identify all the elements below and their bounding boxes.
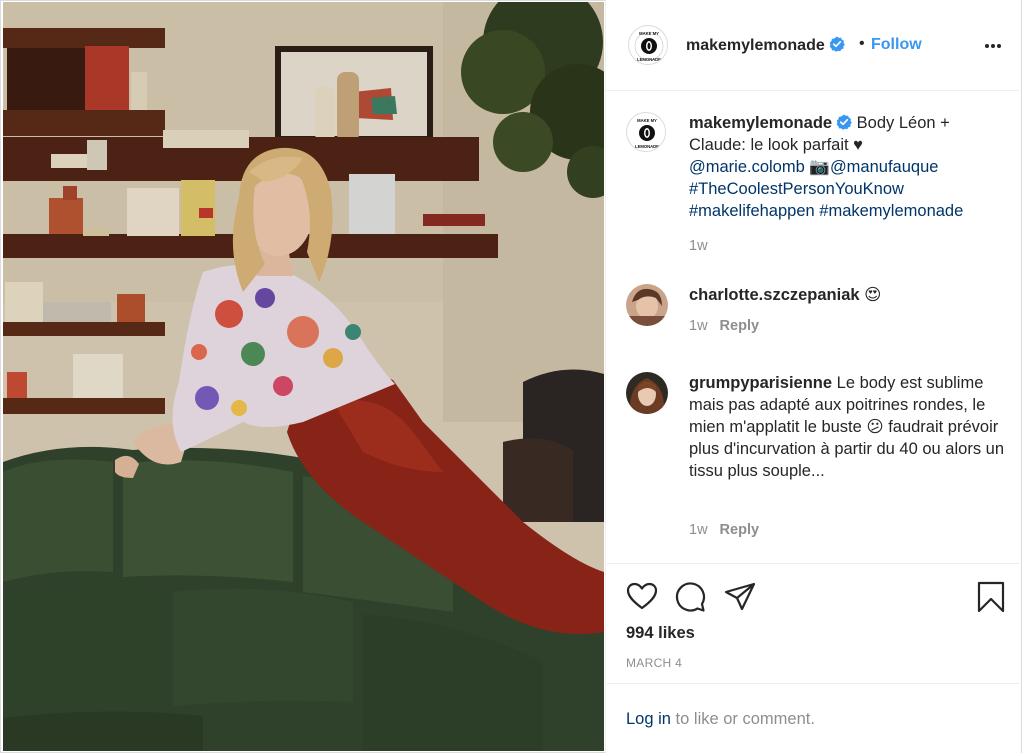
profile-avatar[interactable]: MAKE MY LEMONADE <box>628 25 668 65</box>
comment-text: grumpyparisienne Le body est sublime mai… <box>689 372 1004 482</box>
login-suffix: to like or comment. <box>670 710 815 728</box>
make-my-lemonade-logo: MAKE MY LEMONADE <box>628 114 665 151</box>
comment-item: charlotte.szczepaniak 😍 1w Reply <box>626 284 1006 354</box>
verified-badge-icon <box>836 114 852 130</box>
hashtag-link[interactable]: #makelifehappen <box>689 202 815 220</box>
photo-illustration <box>3 2 604 751</box>
commenter-avatar[interactable] <box>626 372 668 414</box>
mention-link[interactable]: @manufauque <box>830 158 939 176</box>
svg-text:LEMONADE: LEMONADE <box>635 144 659 149</box>
post-side-panel: MAKE MY LEMONADE makemylemonade • Follow <box>605 0 1022 753</box>
login-bar: Log in to like or comment. <box>606 683 1022 753</box>
svg-text:MAKE MY: MAKE MY <box>639 31 659 36</box>
mention-link[interactable]: @marie.colomb <box>689 158 805 176</box>
caption-avatar[interactable]: MAKE MY LEMONADE <box>626 112 666 152</box>
paper-plane-icon[interactable] <box>723 580 757 614</box>
post-actions: 994 likes MARCH 4 <box>606 563 1022 683</box>
caption-time[interactable]: 1w <box>689 238 708 254</box>
avatar-image <box>626 284 668 326</box>
hashtag-link[interactable]: #TheCoolestPersonYouKnow <box>689 180 904 198</box>
follow-button[interactable]: Follow <box>871 36 922 54</box>
comment-time[interactable]: 1w <box>689 522 708 538</box>
comment-body: 😍 <box>864 286 882 304</box>
post-photo[interactable] <box>3 2 604 751</box>
comment-username[interactable]: grumpyparisienne <box>689 374 832 392</box>
heart-icon[interactable] <box>625 580 659 614</box>
comment-item: grumpyparisienne Le body est sublime mai… <box>626 372 1006 552</box>
caption-meta: 1w <box>689 238 708 254</box>
caption-text: makemylemonade Body Léon + Claude: le lo… <box>689 112 1004 222</box>
verified-badge-icon <box>829 36 845 52</box>
comments-list[interactable]: MAKE MY LEMONADE makemylemonade Body Léo… <box>606 92 1022 562</box>
bookmark-icon[interactable] <box>974 580 1008 614</box>
comment-time[interactable]: 1w <box>689 318 708 334</box>
post-header: MAKE MY LEMONADE makemylemonade • Follow <box>606 0 1022 91</box>
comment-username[interactable]: charlotte.szczepaniak <box>689 286 860 304</box>
likes-count[interactable]: 994 likes <box>626 624 695 643</box>
caption-username[interactable]: makemylemonade <box>689 114 852 132</box>
comment-text: charlotte.szczepaniak 😍 <box>689 284 1004 306</box>
commenter-avatar[interactable] <box>626 284 668 326</box>
reply-button[interactable]: Reply <box>720 522 760 538</box>
comment-meta: 1w Reply <box>689 318 759 334</box>
svg-text:LEMONADE: LEMONADE <box>637 57 661 62</box>
post-date: MARCH 4 <box>626 656 683 670</box>
login-link[interactable]: Log in <box>626 710 671 728</box>
comment-icon[interactable] <box>673 580 707 614</box>
comment-meta: 1w Reply <box>689 522 759 538</box>
reply-button[interactable]: Reply <box>720 318 760 334</box>
camera-emoji-icon: 📷 <box>809 158 830 176</box>
hashtag-link[interactable]: #makemylemonade <box>819 202 963 220</box>
header-separator: • <box>859 35 865 52</box>
svg-text:MAKE MY: MAKE MY <box>637 118 657 123</box>
login-prompt: Log in to like or comment. <box>626 710 815 729</box>
caption-item: MAKE MY LEMONADE makemylemonade Body Léo… <box>626 112 1006 262</box>
more-options-icon[interactable] <box>978 36 1008 56</box>
header-username[interactable]: makemylemonade <box>686 36 845 55</box>
make-my-lemonade-logo: MAKE MY LEMONADE <box>630 27 667 64</box>
avatar-image <box>626 372 668 414</box>
